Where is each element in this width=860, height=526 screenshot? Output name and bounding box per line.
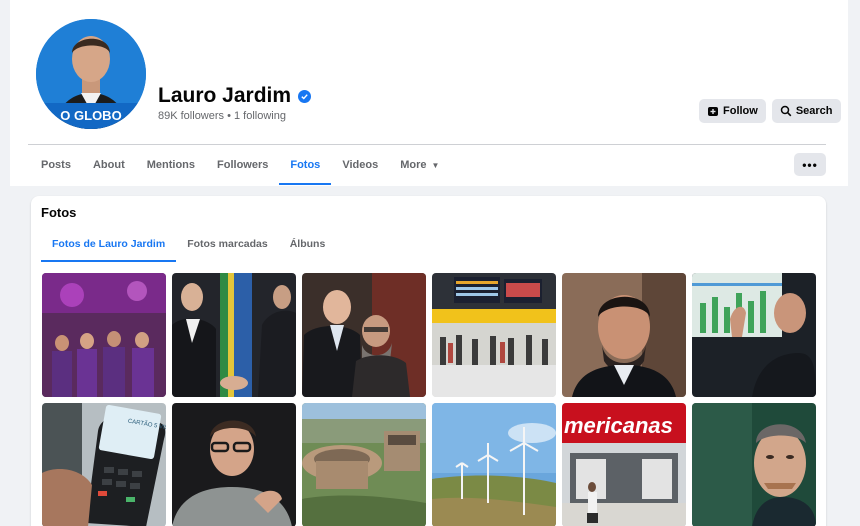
follow-button-label: Follow — [723, 105, 758, 117]
photo-thumbnail[interactable] — [432, 403, 556, 526]
tab-label: More — [400, 159, 427, 171]
tab-about[interactable]: About — [82, 145, 136, 185]
profile-stats: 89K followers • 1 following — [158, 110, 286, 122]
photo-thumbnail[interactable] — [172, 273, 296, 397]
tab-label: Fotos — [290, 159, 321, 171]
tab-label: Followers — [217, 159, 269, 171]
subtab-fotos-de-lauro-jardim[interactable]: Fotos de Lauro Jardim — [41, 226, 177, 262]
profile-tabs: Posts About Mentions Followers Fotos Vid… — [30, 145, 450, 185]
photo-thumbnail[interactable] — [692, 273, 816, 397]
tab-label: About — [92, 159, 125, 171]
subtab-label: Fotos marcadas — [187, 238, 268, 250]
profile-actions: Follow Search — [699, 99, 841, 123]
photo-thumbnail[interactable] — [432, 273, 556, 397]
subtab-fotos-marcadas[interactable]: Fotos marcadas — [176, 226, 279, 262]
tab-more[interactable]: More ▼ — [389, 145, 450, 185]
subtab-label: Álbuns — [289, 238, 326, 250]
profile-name-row: Lauro Jardim — [158, 84, 312, 108]
subtab-albuns[interactable]: Álbuns — [279, 226, 337, 262]
photo-thumbnail[interactable] — [692, 403, 816, 526]
photo-thumbnail[interactable]: CARTÃO 5 VISTA — [42, 403, 166, 526]
subtab-label: Fotos de Lauro Jardim — [52, 238, 166, 250]
follow-button[interactable]: Follow — [699, 99, 766, 123]
more-options-button[interactable]: ••• — [794, 153, 826, 176]
photo-thumbnail[interactable]: mericanas — [562, 403, 686, 526]
tab-videos[interactable]: Videos — [331, 145, 389, 185]
photos-section: Fotos Fotos de Lauro Jardim Fotos marcad… — [31, 196, 826, 526]
follow-icon — [708, 107, 718, 116]
photo-thumbnail[interactable] — [302, 403, 426, 526]
photo-grid: CARTÃO 5 VISTA mericanas — [42, 273, 816, 526]
avatar-label: O GLOBO — [60, 108, 121, 123]
tab-label: Mentions — [146, 159, 196, 171]
caret-down-icon: ▼ — [431, 160, 440, 170]
tab-fotos[interactable]: Fotos — [279, 145, 332, 185]
search-button[interactable]: Search — [771, 99, 841, 123]
photo-thumbnail[interactable] — [302, 273, 426, 397]
photos-subtabs: Fotos de Lauro Jardim Fotos marcadas Álb… — [41, 226, 336, 262]
verified-badge-icon — [298, 89, 312, 103]
tab-mentions[interactable]: Mentions — [136, 145, 206, 185]
tab-label: Posts — [41, 159, 71, 171]
profile-avatar[interactable]: O GLOBO — [32, 15, 150, 133]
search-icon — [780, 105, 792, 117]
tab-followers[interactable]: Followers — [206, 145, 279, 185]
photo-thumbnail[interactable] — [172, 403, 296, 526]
photo-thumbnail[interactable] — [42, 273, 166, 397]
tab-posts[interactable]: Posts — [30, 145, 82, 185]
store-sign-text: mericanas — [564, 413, 673, 438]
photos-title: Fotos — [41, 205, 77, 220]
profile-name: Lauro Jardim — [158, 84, 292, 107]
avatar-image: O GLOBO — [36, 19, 146, 129]
tab-label: Videos — [342, 159, 379, 171]
search-button-label: Search — [795, 105, 833, 117]
photo-thumbnail[interactable] — [562, 273, 686, 397]
